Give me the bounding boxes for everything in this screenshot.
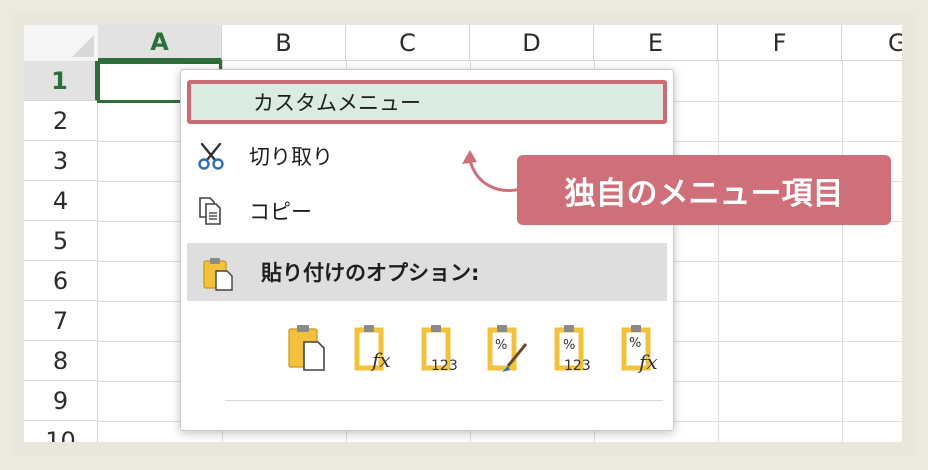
row-header-2[interactable]: 2 <box>24 101 98 141</box>
custom-menu-item[interactable]: カスタムメニュー <box>187 80 667 124</box>
paste-option-label: 123 <box>564 358 591 374</box>
paste-option-label: % <box>563 338 575 353</box>
column-header-g[interactable]: G <box>842 25 902 61</box>
row-header-6[interactable]: 6 <box>24 261 98 301</box>
row-header-5[interactable]: 5 <box>24 221 98 261</box>
grid-line <box>718 61 719 442</box>
paste-options-header: 貼り付けのオプション: <box>187 243 667 301</box>
paste-formulas-number-formatting-icon[interactable]: % fx <box>620 322 666 374</box>
paste-icon[interactable] <box>286 322 332 374</box>
row-header-3[interactable]: 3 <box>24 141 98 181</box>
paste-options-header-label: 貼り付けのオプション: <box>261 261 480 285</box>
paste-option-label: % <box>629 336 641 351</box>
row-header-8[interactable]: 8 <box>24 341 98 381</box>
paste-option-label: fx <box>637 350 658 374</box>
menu-separator <box>225 400 663 401</box>
paste-formulas-icon[interactable]: fx <box>353 322 399 374</box>
cut-menu-item-label: 切り取り <box>249 145 333 169</box>
select-all-triangle-icon <box>72 35 94 57</box>
copy-icon <box>199 197 221 225</box>
paste-values-icon[interactable]: 123 <box>420 322 466 374</box>
custom-menu-item-label: カスタムメニュー <box>253 91 421 115</box>
paste-option-label: 123 <box>431 358 458 374</box>
paste-option-label: fx <box>370 348 391 372</box>
column-header-e[interactable]: E <box>594 25 718 61</box>
paste-formatting-icon[interactable]: % <box>486 322 532 374</box>
column-header-c[interactable]: C <box>346 25 470 61</box>
row-header-4[interactable]: 4 <box>24 181 98 221</box>
column-header-f[interactable]: F <box>718 25 842 61</box>
paste-values-number-formatting-icon[interactable]: % 123 <box>553 322 599 374</box>
column-header-a[interactable]: A <box>98 25 222 61</box>
row-header-7[interactable]: 7 <box>24 301 98 341</box>
grid-line <box>842 61 843 442</box>
row-header-1[interactable]: 1 <box>24 61 98 101</box>
scissors-icon <box>198 142 224 170</box>
paste-option-label: % <box>495 338 507 353</box>
row-header-10[interactable]: 10 <box>24 421 98 442</box>
clipboard-icon <box>203 258 233 291</box>
select-all-corner[interactable] <box>24 25 99 62</box>
row-header-9[interactable]: 9 <box>24 381 98 421</box>
context-menu: カスタムメニュー 切り取り コピー 貼り付けのオプション: fx 123 % %… <box>180 69 674 431</box>
column-header-d[interactable]: D <box>470 25 594 61</box>
callout-label: 独自のメニュー項目 <box>517 155 891 225</box>
copy-menu-item-label: コピー <box>249 200 312 224</box>
column-header-b[interactable]: B <box>222 25 346 61</box>
